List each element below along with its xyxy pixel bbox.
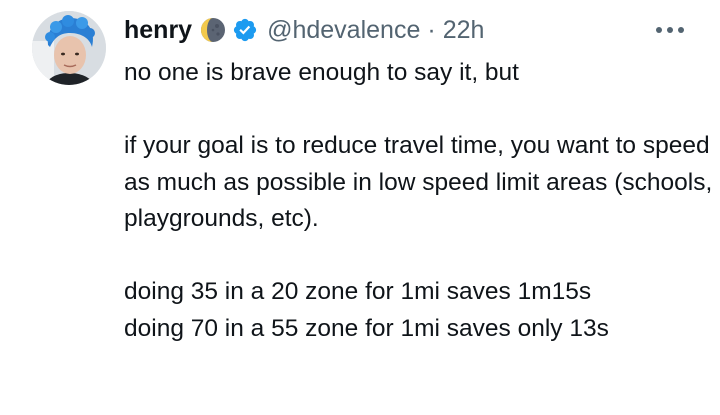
separator-dot: · — [427, 15, 436, 44]
verified-badge-icon — [232, 17, 258, 43]
tweet-line: doing 35 in a 20 zone for 1mi saves 1m15… — [124, 278, 592, 305]
more-options-icon[interactable] — [650, 18, 690, 42]
tweet-header: henry @hdevalence · 22h — [124, 12, 484, 48]
tweet-line: doing 70 in a 55 zone for 1mi saves only… — [124, 314, 609, 342]
tweet: henry @hdevalence · 22h no one is brave … — [0, 0, 720, 415]
user-handle[interactable]: @hdevalence — [267, 14, 420, 46]
tweet-paragraph: if your goal is to reduce travel time, y… — [124, 132, 713, 232]
display-name[interactable]: henry — [124, 14, 192, 46]
moon-phase-icon — [199, 16, 227, 44]
avatar[interactable] — [32, 11, 106, 85]
avatar-image — [32, 11, 106, 85]
tweet-line: no one is brave enough to say it, but — [124, 59, 519, 86]
timestamp[interactable]: 22h — [443, 14, 485, 46]
tweet-text: no one is brave enough to say it, but if… — [124, 55, 714, 347]
